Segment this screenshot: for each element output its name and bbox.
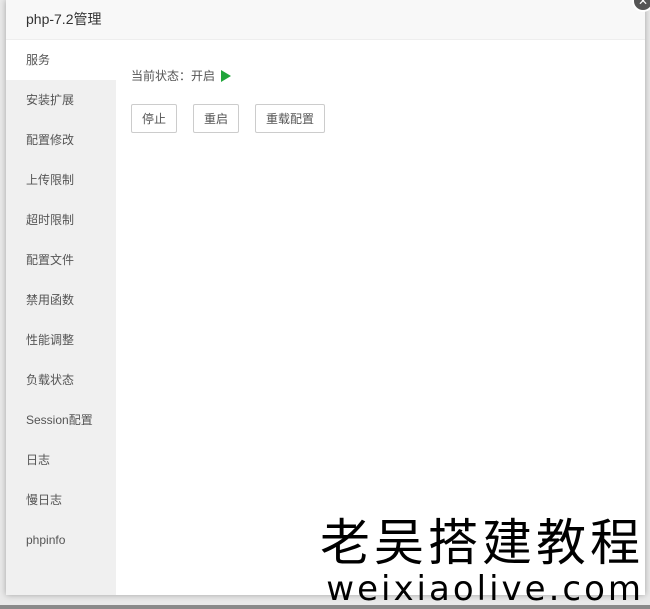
reload-config-button[interactable]: 重载配置 [255,104,326,133]
sidebar: 服务 安装扩展 配置修改 上传限制 超时限制 配置文件 禁用函数 性能调整 负载… [6,40,116,595]
sidebar-item-config-edit[interactable]: 配置修改 [6,120,116,160]
sidebar-item-load-status[interactable]: 负载状态 [6,360,116,400]
sidebar-item-phpinfo[interactable]: phpinfo [6,520,116,560]
sidebar-item-disabled-functions[interactable]: 禁用函数 [6,280,116,320]
play-icon [221,69,232,82]
watermark: 老吴搭建教程 weixiaolive.com [320,515,644,607]
sidebar-item-config-file[interactable]: 配置文件 [6,240,116,280]
sidebar-item-timeout-limit[interactable]: 超时限制 [6,200,116,240]
dialog-title: php-7.2管理 [6,0,645,40]
service-panel: 当前状态： 开启 停止 重启 重载配置 [131,40,645,595]
status-label: 当前状态： [131,69,192,83]
service-status: 当前状态： 开启 [131,67,645,84]
sidebar-item-performance[interactable]: 性能调整 [6,320,116,360]
watermark-line2: weixiaolive.com [326,569,644,609]
stop-button[interactable]: 停止 [131,104,178,133]
restart-button[interactable]: 重启 [193,104,240,133]
sidebar-item-install-extensions[interactable]: 安装扩展 [6,80,116,120]
php-manage-dialog: php-7.2管理 服务 安装扩展 配置修改 上传限制 超时限制 配置文件 禁用… [6,0,645,595]
watermark-line1: 老吴搭建教程 [320,515,644,571]
sidebar-item-upload-limit[interactable]: 上传限制 [6,160,116,200]
sidebar-item-service[interactable]: 服务 [6,40,116,80]
sidebar-item-session-config[interactable]: Session配置 [6,400,116,440]
sidebar-item-slow-log[interactable]: 慢日志 [6,480,116,520]
sidebar-item-log[interactable]: 日志 [6,440,116,480]
status-value: 开启 [191,69,216,83]
